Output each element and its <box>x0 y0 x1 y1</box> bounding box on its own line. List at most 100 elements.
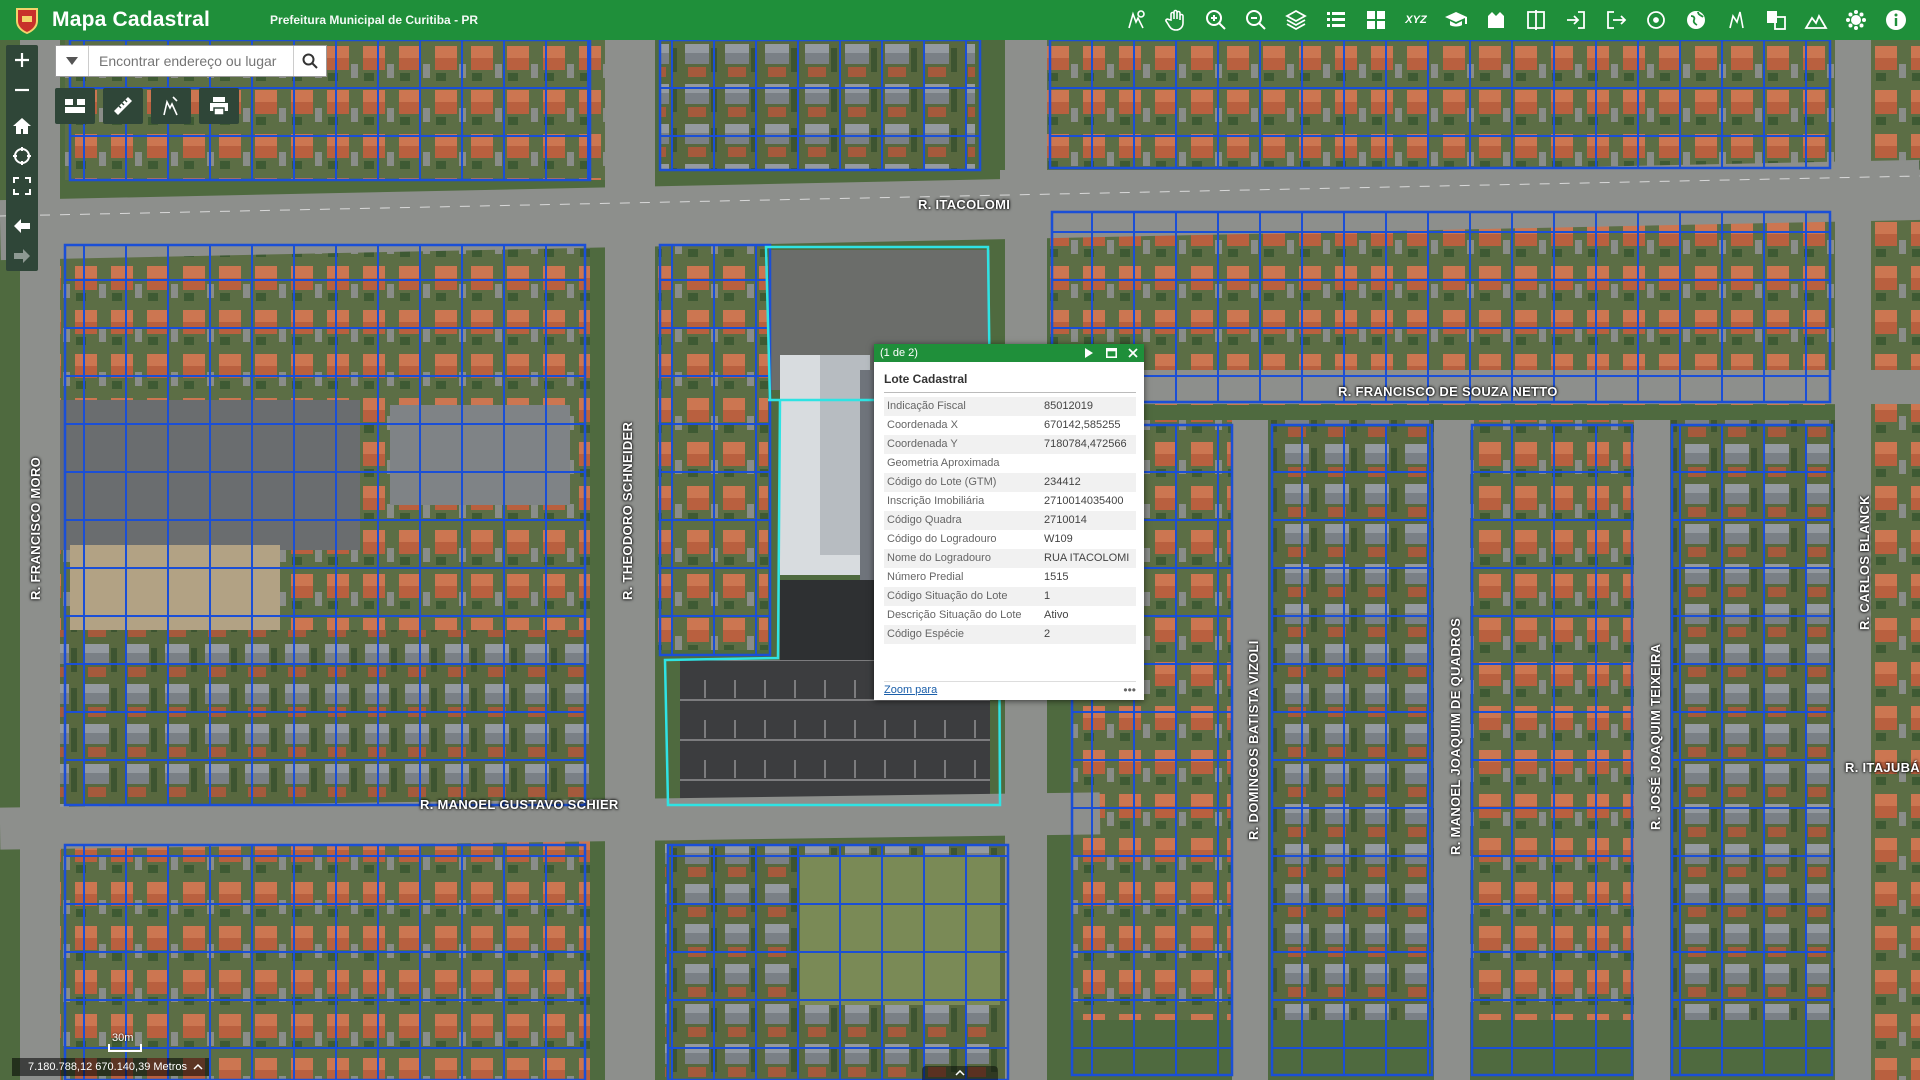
header-toolbar: XYZ <box>1118 0 1914 40</box>
zoom-in-icon[interactable] <box>1198 2 1234 38</box>
street-label-itacolomi: R. ITACOLOMI <box>918 197 1011 212</box>
street-label-manoel-joaquim-quadros: R. MANOEL JOAQUIM DE QUADROS <box>1448 617 1463 855</box>
popup-content[interactable]: Lote Cadastral Indicação Fiscal 85012019 … <box>874 362 1144 676</box>
table-row: Geometria Aproximada <box>884 454 1136 473</box>
street-label-manoel-gustavo-schier: R. MANOEL GUSTAVO SCHIER <box>420 797 619 812</box>
identify-icon[interactable] <box>1118 2 1154 38</box>
xyz-label: XYZ <box>1405 14 1427 26</box>
attr-key: Código do Lote (GTM) <box>884 473 1041 492</box>
attr-key: Nome do Logradouro <box>884 549 1041 568</box>
street-label-itajuba: R. ITAJUBÁ <box>1845 760 1920 775</box>
scale-label: 30m <box>112 1032 134 1044</box>
zoom-to-link[interactable]: Zoom para <box>884 684 937 696</box>
table-row: Inscrição Imobiliária 2710014035400 <box>884 492 1136 511</box>
table-row: Código do Lote (GTM) 234412 <box>884 473 1136 492</box>
attribution-toggle[interactable] <box>922 1066 998 1080</box>
zoom-out-icon[interactable] <box>1238 2 1274 38</box>
table-row: Código Situação do Lote 1 <box>884 587 1136 606</box>
app-header: Mapa Cadastral Prefeitura Municipal de C… <box>0 0 1920 40</box>
close-icon[interactable] <box>1122 344 1144 362</box>
basemap-gallery-icon[interactable] <box>55 88 95 124</box>
table-row: Descrição Situação do Lote Ativo <box>884 606 1136 625</box>
info-icon[interactable] <box>1878 2 1914 38</box>
previous-extent-icon[interactable] <box>6 211 38 241</box>
compare-icon[interactable] <box>1758 2 1794 38</box>
attr-key: Código do Logradouro <box>887 533 997 545</box>
table-row: Código do Logradouro W109 <box>884 530 1136 549</box>
more-actions-icon[interactable]: ••• <box>1123 683 1136 697</box>
table-row: Coordenada Y 7180784,472566 <box>884 435 1136 454</box>
attr-key: Número Predial <box>887 571 964 583</box>
popup-header: (1 de 2) <box>874 344 1144 362</box>
xyz-coordinates-icon[interactable]: XYZ <box>1398 2 1434 38</box>
attr-key: Indicação Fiscal <box>884 397 1041 416</box>
table-row: Código Espécie 2 <box>884 625 1136 644</box>
street-label-jose-joaquim-teixeira: R. JOSÉ JOAQUIM TEIXEIRA <box>1648 643 1663 830</box>
next-extent-icon[interactable] <box>6 241 38 271</box>
table-row: Nome do Logradouro RUA ITACOLOMI <box>884 549 1136 568</box>
street-label-theodoro-schneider: R. THEODORO SCHNEIDER <box>620 421 635 600</box>
attr-value: 1515 <box>1044 571 1069 583</box>
next-feature-icon[interactable] <box>1078 344 1100 362</box>
logout-icon[interactable] <box>1598 2 1634 38</box>
basemap-grid-icon[interactable] <box>1358 2 1394 38</box>
attr-value: 7180784,472566 <box>1041 435 1136 454</box>
ruler-icon[interactable] <box>103 88 143 124</box>
list-icon[interactable] <box>1318 2 1354 38</box>
attr-value <box>1041 454 1136 473</box>
attr-key: Descrição Situação do Lote <box>887 609 1022 621</box>
street-label-carlos-blanck: R. CARLOS BLANCK <box>1857 495 1872 630</box>
attr-key: Coordenada X <box>887 419 958 431</box>
print-icon[interactable] <box>199 88 239 124</box>
attr-value: 2 <box>1041 625 1136 644</box>
layers-icon[interactable] <box>1278 2 1314 38</box>
attr-value: 2710014035400 <box>1044 495 1124 507</box>
coordinate-readout: 7.180.788,12 670.140,39 Metros <box>12 1058 210 1076</box>
map-navigation-controls <box>6 45 38 271</box>
address-search <box>55 45 327 77</box>
report-icon[interactable] <box>1478 2 1514 38</box>
popup-footer: Zoom para ••• <box>884 681 1136 698</box>
chevron-up-icon[interactable] <box>193 1061 203 1073</box>
zoom-out-button[interactable] <box>6 75 38 105</box>
settings-icon[interactable] <box>1838 2 1874 38</box>
maximize-icon[interactable] <box>1100 344 1122 362</box>
attr-key: Código Quadra <box>884 511 1041 530</box>
street-label-francisco-moro: R. FRANCISCO MORO <box>28 456 43 600</box>
login-icon[interactable] <box>1558 2 1594 38</box>
chevron-down-icon[interactable] <box>56 46 89 76</box>
attr-key: Geometria Aproximada <box>887 457 1000 469</box>
coordinate-text: 7.180.788,12 670.140,39 Metros <box>28 1061 188 1073</box>
globe-icon[interactable] <box>1678 2 1714 38</box>
attr-value: W109 <box>1044 533 1073 545</box>
attr-key: Código Situação do Lote <box>884 587 1041 606</box>
locate-icon[interactable] <box>1638 2 1674 38</box>
locate-me-icon[interactable] <box>6 141 38 171</box>
attr-key: Código Espécie <box>884 625 1041 644</box>
attr-value: 234412 <box>1041 473 1136 492</box>
widget-toolbar <box>55 88 239 124</box>
fullscreen-icon[interactable] <box>6 171 38 201</box>
search-input[interactable] <box>89 46 293 76</box>
attr-value: 85012019 <box>1041 397 1136 416</box>
app-title: Mapa Cadastral <box>52 8 211 31</box>
split-view-icon[interactable] <box>1518 2 1554 38</box>
zoom-in-button[interactable] <box>6 45 38 75</box>
attribute-table: Indicação Fiscal 85012019 Coordenada X 670… <box>884 397 1136 644</box>
table-row: Coordenada X 670142,585255 <box>884 416 1136 435</box>
street-label-domingos-batista-vizoli: R. DOMINGOS BATISTA VIZOLI <box>1246 640 1261 840</box>
city-crest-icon <box>12 5 42 35</box>
home-icon[interactable] <box>6 111 38 141</box>
pan-hand-icon[interactable] <box>1158 2 1194 38</box>
table-row: Código Quadra 2710014 <box>884 511 1136 530</box>
search-icon[interactable] <box>293 46 326 76</box>
measure-icon[interactable] <box>1718 2 1754 38</box>
profile-icon[interactable] <box>1798 2 1834 38</box>
street-label-francisco-souza-netto: R. FRANCISCO DE SOUZA NETTO <box>1338 384 1558 399</box>
education-icon[interactable] <box>1438 2 1474 38</box>
table-row: Número Predial 1515 <box>884 568 1136 587</box>
popup-feature-count: (1 de 2) <box>880 347 918 359</box>
draw-icon[interactable] <box>151 88 191 124</box>
attr-value: 1 <box>1041 587 1136 606</box>
chevron-up-small-icon <box>955 1070 965 1076</box>
